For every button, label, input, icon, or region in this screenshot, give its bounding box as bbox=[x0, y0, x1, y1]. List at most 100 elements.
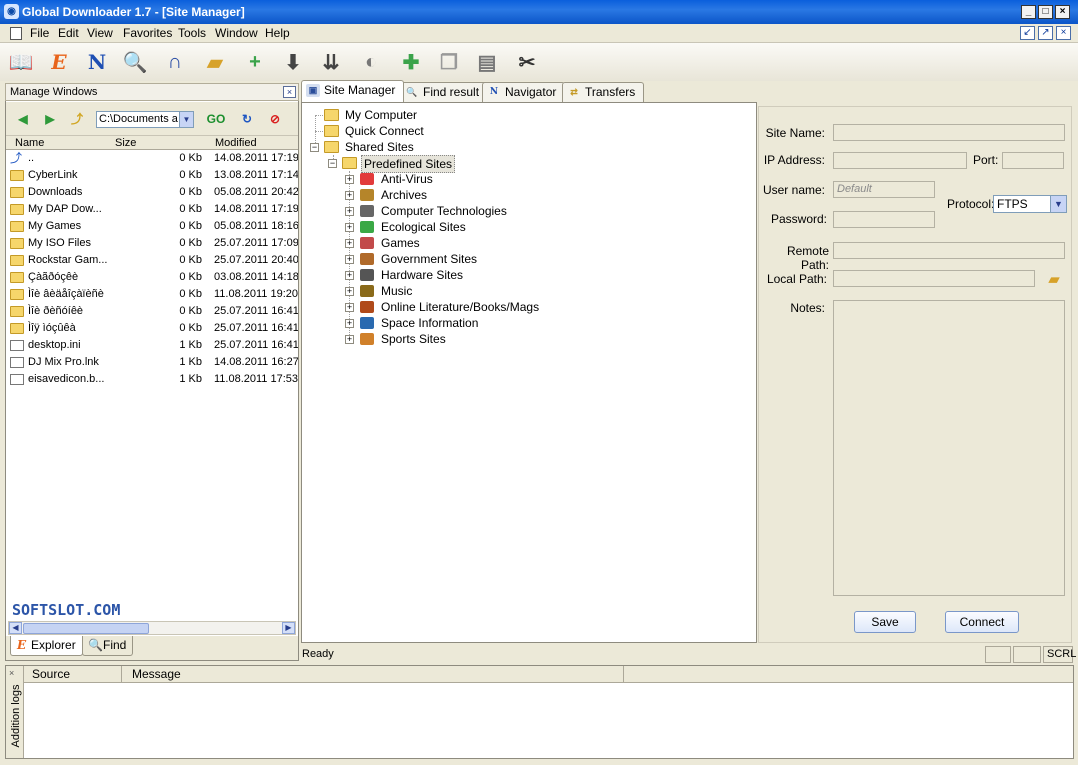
remote-path-field[interactable] bbox=[833, 242, 1065, 259]
expand-icon[interactable]: + bbox=[345, 319, 354, 328]
log-column-message[interactable]: Message bbox=[132, 666, 181, 683]
scroll-right-icon[interactable]: ▶ bbox=[282, 622, 295, 634]
mdi-restore-button[interactable]: ↙ bbox=[1020, 26, 1035, 40]
tab-navigator[interactable]: N Navigator bbox=[482, 82, 566, 102]
menu-help[interactable]: Help bbox=[265, 26, 290, 40]
file-row[interactable]: eisavedicon.b... 1 Kb 11.08.2011 17:53 bbox=[6, 371, 298, 388]
column-name[interactable]: Name bbox=[15, 136, 44, 150]
minimize-button[interactable]: _ bbox=[1021, 5, 1036, 19]
add-page-icon[interactable]: + bbox=[240, 47, 270, 77]
explorer-e-icon[interactable]: E bbox=[44, 47, 74, 77]
go-icon[interactable]: GO bbox=[202, 110, 230, 128]
folder-icon bbox=[10, 255, 24, 266]
column-modified[interactable]: Modified bbox=[215, 136, 257, 150]
edit-plus-icon[interactable]: ✚ bbox=[396, 47, 426, 77]
menu-bar: File Edit View Favorites Tools Window He… bbox=[0, 24, 1078, 43]
menu-file[interactable]: File bbox=[30, 26, 49, 40]
expand-icon[interactable]: + bbox=[345, 207, 354, 216]
tab-explorer[interactable]: E Explorer bbox=[10, 636, 83, 656]
site-name-field[interactable] bbox=[833, 124, 1065, 141]
book-icon[interactable]: 📖 bbox=[6, 47, 36, 77]
forward-arrow-icon[interactable]: ▶ bbox=[39, 110, 61, 128]
folder-icon bbox=[10, 170, 24, 181]
magnet-icon[interactable]: ∩ bbox=[160, 47, 190, 77]
download-multi-icon[interactable]: ⇊ bbox=[316, 47, 346, 77]
expand-icon[interactable]: + bbox=[345, 335, 354, 344]
expand-icon[interactable]: + bbox=[345, 255, 354, 264]
log-column-source[interactable]: Source bbox=[32, 666, 70, 683]
menu-favorites[interactable]: Favorites bbox=[123, 26, 172, 40]
local-path-field[interactable] bbox=[833, 270, 1035, 287]
close-icon[interactable]: × bbox=[9, 668, 14, 678]
file-row[interactable]: Ìîÿ ìóçûêà 0 Kb 25.07.2011 16:41 bbox=[6, 320, 298, 337]
protocol-select[interactable]: FTPS ▼ bbox=[993, 195, 1067, 213]
tab-site-manager[interactable]: ▣ Site Manager bbox=[301, 80, 405, 102]
file-row[interactable]: Ìîè âèäåîçàïèñè 0 Kb 11.08.2011 19:20 bbox=[6, 286, 298, 303]
file-row[interactable]: CyberLink 0 Kb 13.08.2011 17:14 bbox=[6, 167, 298, 184]
file-row[interactable]: Ìîè ðèñóíêè 0 Kb 25.07.2011 16:41 bbox=[6, 303, 298, 320]
satellite-dish-icon[interactable]: ◐ bbox=[356, 47, 386, 77]
navigator-n-icon[interactable]: N bbox=[82, 47, 112, 77]
file-row[interactable]: My ISO Files 0 Kb 25.07.2011 17:09 bbox=[6, 235, 298, 252]
expand-icon[interactable]: + bbox=[345, 223, 354, 232]
refresh-icon[interactable]: ↻ bbox=[236, 110, 258, 128]
maximize-button[interactable]: □ bbox=[1038, 5, 1053, 19]
scroll-left-icon[interactable]: ◀ bbox=[9, 622, 22, 634]
expand-icon[interactable]: + bbox=[345, 191, 354, 200]
notes-field[interactable] bbox=[833, 300, 1065, 596]
panel-close-icon[interactable]: × bbox=[283, 86, 296, 98]
ip-address-field[interactable] bbox=[833, 152, 967, 169]
copy-icon[interactable]: ❐ bbox=[434, 47, 464, 77]
collapse-icon[interactable]: − bbox=[328, 159, 337, 168]
expand-icon[interactable]: + bbox=[345, 303, 354, 312]
file-row[interactable]: ⤴.. 0 Kb 14.08.2011 17:19 bbox=[6, 150, 298, 167]
file-row[interactable]: Downloads 0 Kb 05.08.2011 20:42 bbox=[6, 184, 298, 201]
tab-transfers[interactable]: ⇄ Transfers bbox=[562, 82, 645, 102]
menu-edit[interactable]: Edit bbox=[58, 26, 79, 40]
tab-find[interactable]: 🔍 Find bbox=[82, 636, 134, 656]
connect-button[interactable]: Connect bbox=[945, 611, 1019, 633]
scissors-icon[interactable]: ✂ bbox=[512, 47, 542, 77]
file-row[interactable]: DJ Mix Pro.lnk 1 Kb 14.08.2011 16:27 bbox=[6, 354, 298, 371]
folder-open-icon[interactable]: ▰ bbox=[200, 47, 230, 77]
site-manager-icon: ▣ bbox=[306, 84, 320, 97]
collapse-icon[interactable]: − bbox=[310, 143, 319, 152]
browse-folder-icon[interactable]: ▰ bbox=[1043, 270, 1065, 288]
up-folder-icon[interactable]: ⤴ bbox=[66, 110, 88, 128]
back-arrow-icon[interactable]: ◀ bbox=[12, 110, 34, 128]
paste-icon[interactable]: ▤ bbox=[472, 47, 502, 77]
mdi-close-button[interactable]: × bbox=[1056, 26, 1071, 40]
horizontal-scrollbar[interactable]: ◀ ▶ bbox=[8, 621, 296, 635]
log-side-tab[interactable]: × Addition logs bbox=[6, 666, 24, 758]
expand-icon[interactable]: + bbox=[345, 271, 354, 280]
menu-tools[interactable]: Tools bbox=[178, 26, 206, 40]
file-row[interactable]: My Games 0 Kb 05.08.2011 18:16 bbox=[6, 218, 298, 235]
expand-icon[interactable]: + bbox=[345, 239, 354, 248]
chevron-down-icon[interactable]: ▼ bbox=[179, 112, 193, 127]
password-field[interactable] bbox=[833, 211, 935, 228]
magnifier-icon[interactable]: 🔍 bbox=[120, 47, 150, 77]
file-row[interactable]: My DAP Dow... 0 Kb 14.08.2011 17:19 bbox=[6, 201, 298, 218]
download-arrow-icon[interactable]: ⬇ bbox=[278, 47, 308, 77]
expand-icon[interactable]: + bbox=[345, 287, 354, 296]
stop-icon[interactable]: ⊘ bbox=[264, 110, 286, 128]
close-button[interactable]: × bbox=[1055, 5, 1070, 19]
expand-icon[interactable]: + bbox=[345, 175, 354, 184]
mdi-maximize-button[interactable]: ↗ bbox=[1038, 26, 1053, 40]
menu-view[interactable]: View bbox=[87, 26, 113, 40]
scroll-thumb[interactable] bbox=[23, 623, 149, 634]
port-field[interactable] bbox=[1002, 152, 1064, 169]
red-cross-icon bbox=[360, 173, 374, 185]
menu-window[interactable]: Window bbox=[215, 26, 258, 40]
file-size: 0 Kb bbox=[179, 203, 202, 215]
path-combobox[interactable]: C:\Documents a ▼ bbox=[96, 111, 194, 128]
magnifier-icon: 🔍 bbox=[406, 87, 418, 97]
user-name-field[interactable]: Default bbox=[833, 181, 935, 198]
file-row[interactable]: Rockstar Gam... 0 Kb 25.07.2011 20:40 bbox=[6, 252, 298, 269]
save-button[interactable]: Save bbox=[854, 611, 916, 633]
file-row[interactable]: desktop.ini 1 Kb 25.07.2011 16:41 bbox=[6, 337, 298, 354]
column-size[interactable]: Size bbox=[115, 136, 136, 150]
tab-find-result[interactable]: 🔍 Find result bbox=[400, 82, 489, 102]
file-row[interactable]: Çàãðóçêè 0 Kb 03.08.2011 14:18 bbox=[6, 269, 298, 286]
chevron-down-icon[interactable]: ▼ bbox=[1050, 196, 1066, 212]
